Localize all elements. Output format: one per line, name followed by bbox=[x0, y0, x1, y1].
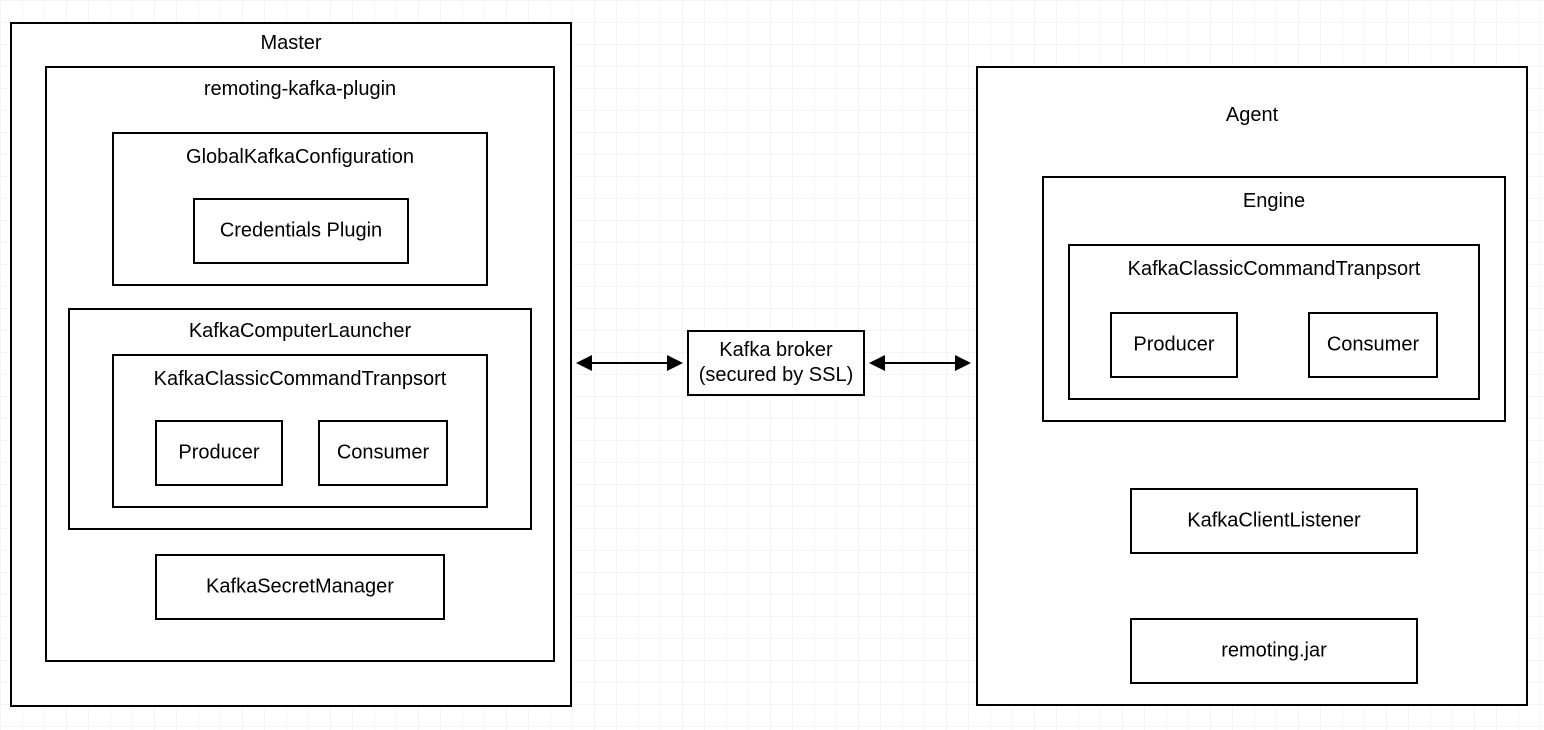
remoting-jar-box: remoting.jar bbox=[1130, 618, 1418, 684]
agent-consumer-box: Consumer bbox=[1308, 312, 1438, 378]
agent-transport-title: KafkaClassicCommandTranpsort bbox=[1070, 258, 1478, 281]
master-transport-title: KafkaClassicCommandTranpsort bbox=[114, 368, 486, 391]
engine-title: Engine bbox=[1044, 190, 1504, 213]
broker-box: Kafka broker (secured by SSL) bbox=[687, 330, 865, 396]
credentials-plugin-label: Credentials Plugin bbox=[195, 219, 407, 244]
master-title: Master bbox=[12, 32, 570, 55]
broker-label-wrap: Kafka broker (secured by SSL) bbox=[689, 338, 863, 388]
launcher-title: KafkaComputerLauncher bbox=[70, 320, 530, 343]
master-producer-box: Producer bbox=[155, 420, 283, 486]
client-listener-box: KafkaClientListener bbox=[1130, 488, 1418, 554]
agent-producer-box: Producer bbox=[1110, 312, 1238, 378]
remoting-jar-label: remoting.jar bbox=[1132, 639, 1416, 664]
agent-producer-label: Producer bbox=[1112, 333, 1236, 358]
secret-manager-label: KafkaSecretManager bbox=[157, 575, 443, 600]
global-config-title: GlobalKafkaConfiguration bbox=[114, 146, 486, 169]
agent-consumer-label: Consumer bbox=[1310, 333, 1436, 358]
agent-title: Agent bbox=[978, 104, 1526, 127]
secret-manager-box: KafkaSecretManager bbox=[155, 554, 445, 620]
broker-line1: Kafka broker bbox=[719, 339, 832, 361]
master-consumer-box: Consumer bbox=[318, 420, 448, 486]
master-consumer-label: Consumer bbox=[320, 441, 446, 466]
master-producer-label: Producer bbox=[157, 441, 281, 466]
plugin-title: remoting-kafka-plugin bbox=[47, 78, 553, 101]
credentials-plugin-box: Credentials Plugin bbox=[193, 198, 409, 264]
client-listener-label: KafkaClientListener bbox=[1132, 509, 1416, 534]
broker-line2: (secured by SSL) bbox=[699, 364, 854, 386]
